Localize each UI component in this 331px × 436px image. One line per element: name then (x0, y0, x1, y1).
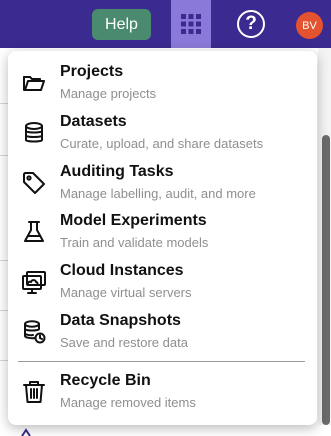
menu-divider (18, 361, 305, 362)
background-divider (0, 103, 8, 104)
menu-item-title: Datasets (60, 113, 127, 130)
menu-item-subtitle: Manage projects (60, 86, 157, 101)
menu-item-subtitle: Save and restore data (60, 335, 188, 350)
grid-icon (181, 14, 201, 34)
menu-item-title: Projects (60, 63, 124, 80)
background-divider (0, 155, 8, 156)
menu-item-title: Data Snapshots (60, 312, 181, 329)
menu-item-data-snapshots[interactable]: Data Snapshots Save and restore data (8, 308, 317, 356)
background-divider (0, 360, 8, 361)
menu-item-model-experiments[interactable]: Model Experiments Train and validate mod… (8, 208, 317, 256)
menu-item-datasets[interactable]: Datasets Curate, upload, and share datas… (8, 109, 317, 157)
help-button[interactable]: Help (92, 9, 151, 40)
folder-icon (20, 69, 48, 97)
menu-item-subtitle: Curate, upload, and share datasets (60, 136, 264, 151)
page-scrollbar[interactable] (322, 135, 330, 425)
database-sync-icon (20, 318, 48, 346)
menu-item-subtitle: Manage removed items (60, 395, 196, 410)
trash-icon (20, 378, 48, 406)
menu-item-title: Cloud Instances (60, 262, 184, 279)
flask-icon (20, 218, 48, 246)
background-icon (21, 428, 31, 436)
menu-item-title: Model Experiments (60, 212, 207, 229)
menu-item-cloud-instances[interactable]: Cloud Instances Manage virtual servers (8, 258, 317, 306)
menu-item-projects[interactable]: Projects Manage projects (8, 59, 317, 107)
question-circle-icon[interactable]: ? (237, 10, 265, 38)
menu-item-auditing-tasks[interactable]: Auditing Tasks Manage labelling, audit, … (8, 159, 317, 207)
menu-item-subtitle: Manage labelling, audit, and more (60, 186, 256, 201)
apps-dropdown-menu: Projects Manage projects Datasets Curate… (8, 51, 317, 425)
apps-menu-button[interactable] (171, 0, 211, 48)
menu-item-subtitle: Train and validate models (60, 235, 209, 250)
menu-item-recycle-bin[interactable]: Recycle Bin Manage removed items (8, 368, 317, 416)
tag-icon (20, 169, 48, 197)
menu-item-title: Auditing Tasks (60, 163, 174, 180)
avatar[interactable]: BV (296, 12, 323, 39)
menu-item-subtitle: Manage virtual servers (60, 285, 192, 300)
background-divider (0, 260, 8, 261)
database-icon (20, 119, 48, 147)
menu-item-title: Recycle Bin (60, 372, 151, 389)
top-navigation-bar: Help ? BV (0, 0, 331, 48)
background-page-bottom (0, 425, 331, 436)
background-divider (0, 310, 8, 311)
cloud-monitor-icon (20, 268, 48, 296)
